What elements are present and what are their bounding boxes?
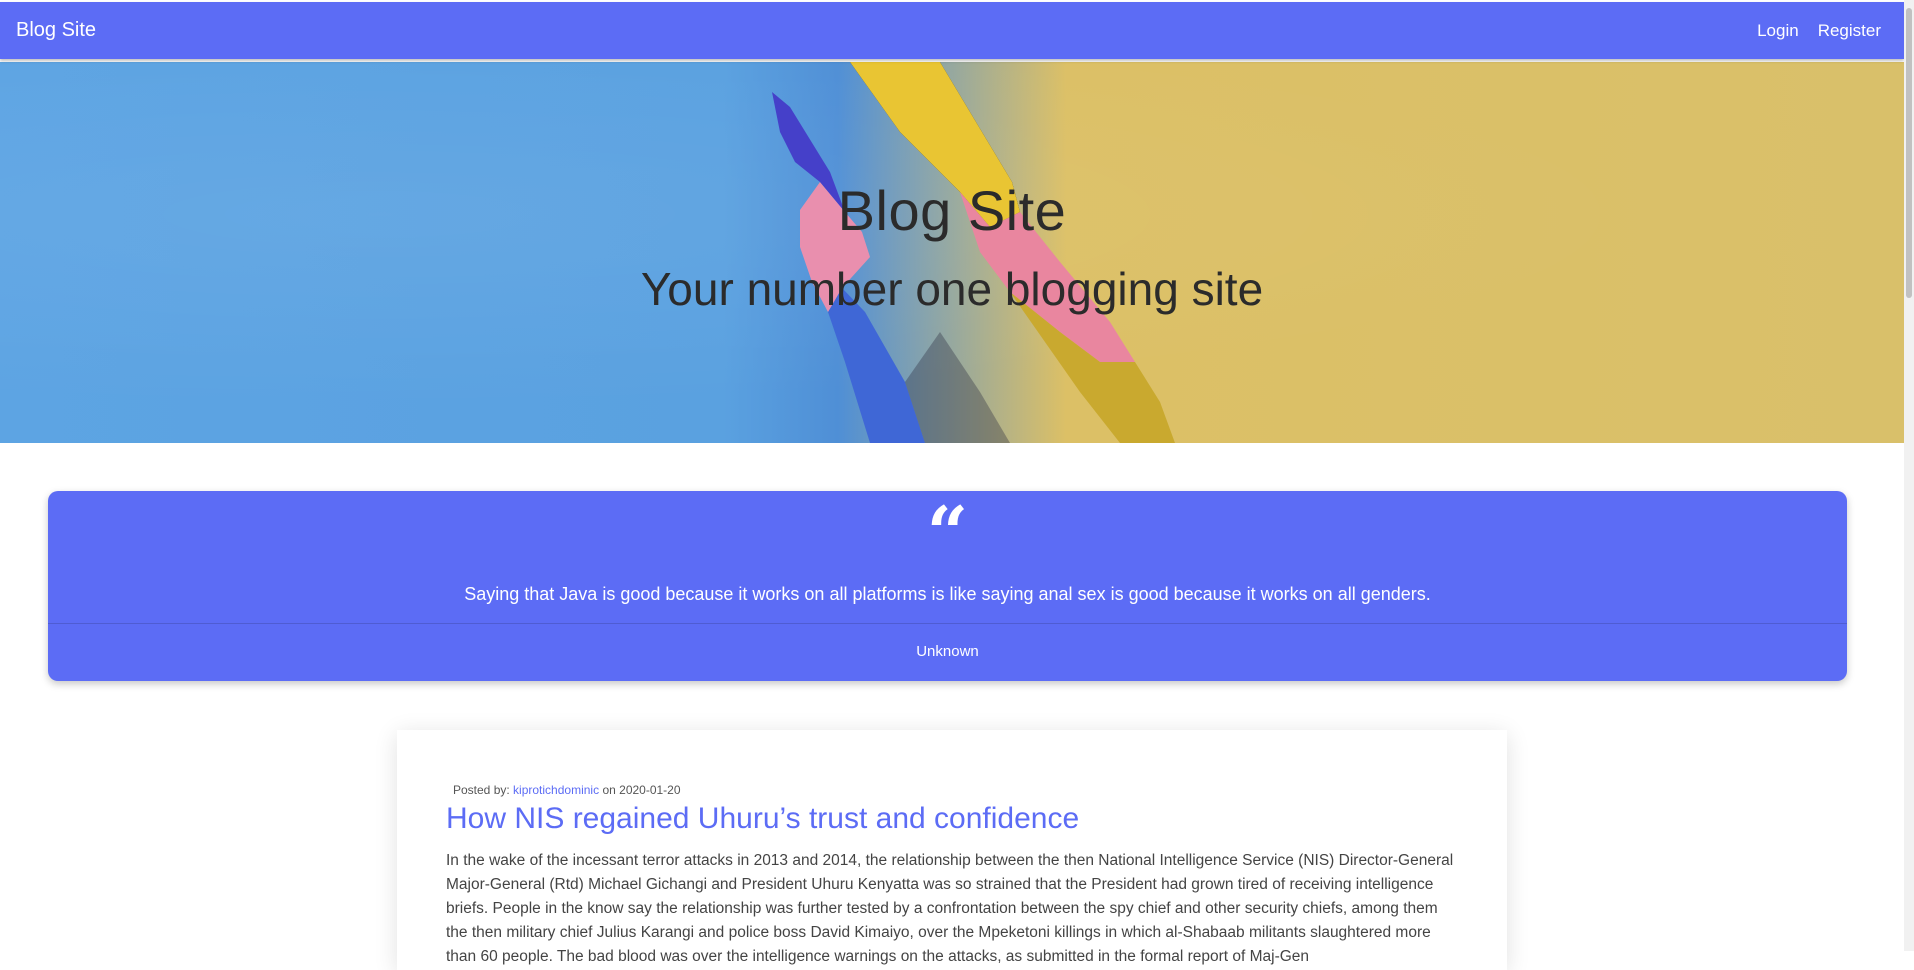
quote-text: Saying that Java is good because it work… [464, 584, 1431, 604]
post-excerpt: In the wake of the incessant terror atta… [446, 852, 1454, 965]
register-link[interactable]: Register [1818, 21, 1881, 41]
hero-subtitle: Your number one blogging site [640, 263, 1264, 315]
scrollbar-thumb[interactable] [1906, 8, 1912, 298]
post-title-link[interactable]: How NIS regained Uhuru’s trust and confi… [446, 802, 1079, 836]
nav-links: Login Register [1757, 21, 1881, 41]
hero-banner: Blog Site Your number one blogging site [0, 62, 1904, 443]
hero-title: Blog Site [837, 179, 1067, 242]
quote-author: Unknown [916, 643, 979, 660]
quote-divider [48, 623, 1847, 624]
page-scrollbar[interactable] [1904, 0, 1914, 951]
quote-open-icon: “ [926, 490, 969, 575]
pencils-background-image [772, 62, 1175, 443]
post-date: 2020-01-20 [619, 783, 681, 797]
post-author-link[interactable]: kiprotichdominic [513, 783, 599, 797]
posted-by-label: Posted by: [453, 783, 510, 797]
post-card: Posted by: kiprotichdominic on 2020-01-2… [397, 730, 1507, 970]
navbar: Blog Site Login Register [0, 2, 1904, 59]
quote-card: “ Saying that Java is good because it wo… [48, 491, 1847, 681]
brand-link[interactable]: Blog Site [16, 19, 96, 42]
post-meta: Posted by: kiprotichdominic on 2020-01-2… [453, 783, 681, 797]
login-link[interactable]: Login [1757, 21, 1799, 41]
on-label: on [602, 783, 616, 797]
